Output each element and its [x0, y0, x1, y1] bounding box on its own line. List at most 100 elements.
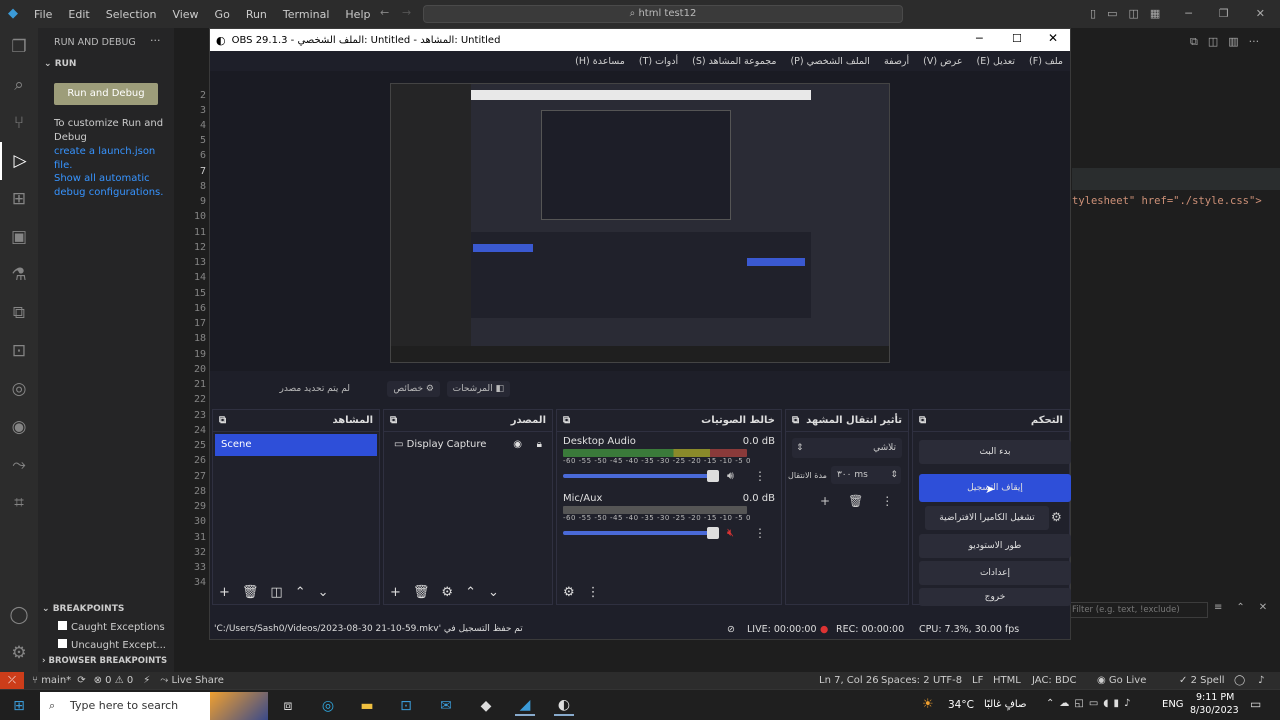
- timeline-icon[interactable]: ⌗: [0, 484, 38, 522]
- obs-maximize-icon[interactable]: ☐: [1012, 32, 1022, 45]
- weather-temp[interactable]: 34°C: [948, 699, 974, 711]
- more-actions-icon[interactable]: ···: [150, 34, 161, 47]
- transition-menu-icon[interactable]: ⋮: [881, 494, 893, 508]
- clock-time[interactable]: 9:11 PM: [1196, 692, 1234, 703]
- input-language[interactable]: ENG: [1162, 699, 1184, 710]
- remove-transition-icon[interactable]: 🗑: [848, 494, 863, 508]
- split-editor-icon[interactable]: ▥: [1228, 35, 1238, 49]
- debug-icon[interactable]: ⚡: [143, 675, 150, 686]
- sync-icon[interactable]: ⟳: [77, 675, 85, 686]
- jac-indicator[interactable]: JAC: BDC: [1032, 675, 1077, 686]
- search-sidebar-icon[interactable]: ⌕: [0, 66, 38, 104]
- app-icon[interactable]: ◆: [476, 696, 496, 716]
- filters-button[interactable]: ◧ المرشحات: [446, 381, 510, 397]
- live-share-icon[interactable]: ⤳: [0, 446, 38, 484]
- docker-icon[interactable]: ⧉: [0, 294, 38, 332]
- add-transition-icon[interactable]: +: [820, 494, 830, 508]
- taskbar-search-box[interactable]: ⌕ Type here to search: [40, 692, 268, 720]
- breakpoints-header[interactable]: ⌄ BREAKPOINTS: [42, 604, 124, 614]
- undock-icon[interactable]: ⧉: [919, 415, 926, 426]
- speaker-icon[interactable]: 🔊︎: [727, 469, 734, 483]
- remove-source-icon[interactable]: 🗑: [413, 585, 430, 600]
- testing-icon[interactable]: ⚗: [0, 256, 38, 294]
- advanced-audio-icon[interactable]: ⚙: [563, 585, 575, 600]
- run-section-header[interactable]: ⌄ RUN: [44, 59, 76, 69]
- menu-file[interactable]: File: [26, 8, 60, 21]
- scene-filter-icon[interactable]: ◫: [270, 585, 282, 600]
- vscode-taskbar-icon[interactable]: ◢: [515, 696, 535, 716]
- move-down-icon[interactable]: ⌄: [488, 585, 499, 600]
- bp-uncaught[interactable]: Uncaught Except...: [58, 639, 166, 651]
- mail-icon[interactable]: ✉: [436, 696, 456, 716]
- remote-explorer-icon[interactable]: ▣: [0, 218, 38, 256]
- duration-input[interactable]: ٣٠٠ ms ⇕: [830, 466, 901, 484]
- volume-slider[interactable]: [563, 527, 719, 539]
- panel-filter[interactable]: Filter (e.g. text, !exclude): [1068, 602, 1208, 618]
- forward-arrow-icon[interactable]: →: [402, 6, 411, 19]
- checkbox[interactable]: [58, 639, 67, 648]
- spell-indicator[interactable]: ✓ 2 Spell: [1179, 675, 1225, 686]
- branch-indicator[interactable]: ⑂ main*: [32, 675, 71, 686]
- bp-caught[interactable]: Caught Exceptions: [58, 621, 165, 633]
- more-icon[interactable]: ···: [1249, 35, 1260, 49]
- add-source-icon[interactable]: +: [390, 585, 401, 600]
- extensions-icon[interactable]: ⊞: [0, 180, 38, 218]
- menu-view[interactable]: View: [164, 8, 206, 21]
- close-panel-icon[interactable]: ✕: [1259, 602, 1267, 613]
- properties-button[interactable]: ⚙ خصائص: [387, 381, 440, 397]
- account-status-icon[interactable]: ◯: [1234, 675, 1245, 686]
- edge-icon[interactable]: ◎: [0, 370, 38, 408]
- remove-scene-icon[interactable]: 🗑: [242, 585, 259, 600]
- settings-gear-icon[interactable]: ⚙: [0, 634, 38, 672]
- obs-preview[interactable]: [210, 71, 1070, 371]
- obs-taskbar-icon[interactable]: ◐: [554, 696, 574, 716]
- browser-icon[interactable]: ◉: [0, 408, 38, 446]
- virtual-camera-settings-icon[interactable]: ⚙: [1051, 510, 1062, 524]
- obs-menu-docks[interactable]: أرصفة: [877, 56, 916, 67]
- run-and-debug-button[interactable]: Run and Debug: [54, 83, 158, 105]
- account-icon[interactable]: ◯: [0, 596, 38, 634]
- spinner-icon[interactable]: ⇕: [890, 466, 898, 484]
- go-live-button[interactable]: ◉ Go Live: [1097, 675, 1146, 686]
- eye-icon[interactable]: ◉: [513, 434, 522, 456]
- exit-button[interactable]: خروج: [919, 588, 1071, 606]
- add-scene-icon[interactable]: +: [219, 585, 230, 600]
- menu-terminal[interactable]: Terminal: [275, 8, 338, 21]
- remote-icon[interactable]: ⤫: [0, 672, 24, 689]
- start-streaming-button[interactable]: بدء البث: [919, 440, 1071, 464]
- move-up-icon[interactable]: ⌃: [295, 585, 306, 600]
- volume-slider[interactable]: [563, 470, 719, 482]
- undock-icon[interactable]: ⧉: [792, 415, 799, 426]
- obs-menu-file[interactable]: ملف (F): [1022, 56, 1070, 67]
- transition-select[interactable]: تلاشي ⇕: [792, 438, 902, 458]
- menu-run[interactable]: Run: [238, 8, 275, 21]
- weather-desc[interactable]: صافٍ غالبًا: [984, 699, 1026, 710]
- weather-icon[interactable]: ☀: [922, 697, 934, 712]
- lock-icon[interactable]: 🔒︎: [537, 434, 542, 456]
- explorer-icon[interactable]: ❐: [0, 28, 38, 66]
- command-center-search[interactable]: ⌕ html test12: [423, 5, 903, 23]
- close-icon[interactable]: ✕: [1256, 7, 1265, 20]
- browser-breakpoints-header[interactable]: › BROWSER BREAKPOINTS: [42, 656, 167, 666]
- grid-icon[interactable]: ▦: [1150, 7, 1160, 20]
- virtual-camera-button[interactable]: تشغيل الكاميرا الافتراضية: [925, 506, 1049, 530]
- task-view-icon[interactable]: ⧈: [278, 696, 298, 716]
- source-item[interactable]: ▭ Display Capture ◉ 🔒︎: [386, 434, 550, 456]
- restore-icon[interactable]: ❐: [1219, 7, 1229, 20]
- mixer-menu-icon[interactable]: ⋮: [587, 585, 600, 600]
- source-control-icon[interactable]: ⑂: [0, 104, 38, 142]
- undock-icon[interactable]: ⧉: [563, 415, 570, 426]
- obs-menu-profile[interactable]: الملف الشخصي (P): [783, 56, 877, 67]
- list-icon[interactable]: ≡: [1214, 602, 1222, 613]
- channel-menu-icon[interactable]: ⋮: [754, 526, 766, 540]
- show-all-link[interactable]: Show all automatic debug configurations.: [54, 172, 166, 200]
- indentation[interactable]: Spaces: 2: [881, 675, 930, 686]
- checkbox[interactable]: [58, 621, 67, 630]
- eol[interactable]: LF: [972, 675, 983, 686]
- split-icon[interactable]: ◫: [1128, 7, 1138, 20]
- menu-selection[interactable]: Selection: [98, 8, 165, 21]
- panel-icon[interactable]: ▭: [1107, 7, 1117, 20]
- copy-icon[interactable]: ⧉: [1190, 35, 1198, 49]
- move-down-icon[interactable]: ⌄: [318, 585, 329, 600]
- settings-button[interactable]: إعدادات: [919, 561, 1071, 585]
